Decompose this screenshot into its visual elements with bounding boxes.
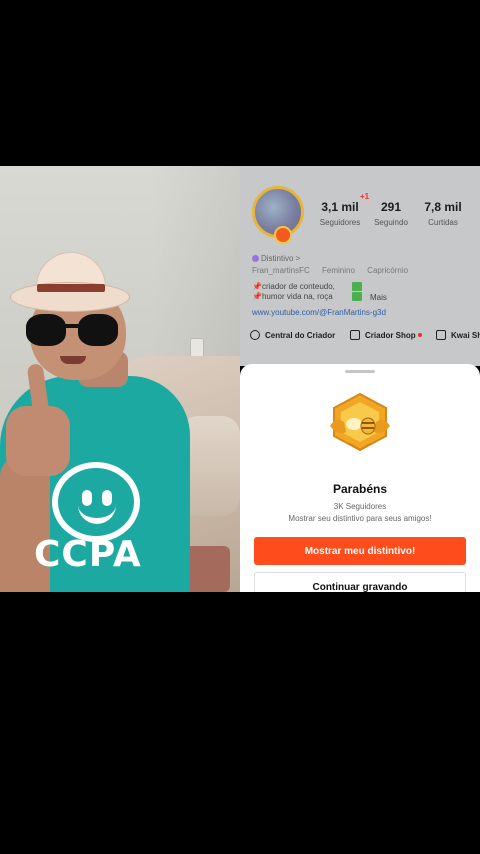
- profile-tags: Fran_martinsFC Feminino Capricórnio: [252, 266, 418, 275]
- bio: 📌criador de conteudo, 📌humor vida na, ro…: [252, 282, 335, 302]
- person: CCPA: [0, 166, 240, 592]
- stat-value: 3,1 mil: [321, 200, 359, 214]
- action-label: Kwai Sh: [451, 330, 480, 340]
- stat-following[interactable]: 291 Seguindo: [370, 200, 412, 227]
- sign-tag: Capricórnio: [367, 266, 409, 275]
- camera-view: CCPA: [0, 166, 240, 592]
- bag-icon: [436, 330, 446, 340]
- mouth: [60, 356, 86, 364]
- distintivo-label: Distintivo >: [261, 254, 301, 263]
- stat-likes[interactable]: 7,8 mil Curtidas: [420, 200, 466, 227]
- badge-bottom-sheet: Parabéns 3K Seguidores Mostrar seu disti…: [240, 364, 480, 592]
- shirt-text: CCPA: [34, 534, 142, 575]
- creator-center-icon: [250, 330, 260, 340]
- more-link[interactable]: Mais: [370, 293, 387, 302]
- kwai-shop-button[interactable]: Kwai Sh: [436, 330, 480, 340]
- action-label: Central do Criador: [265, 330, 336, 340]
- stat-value: 7,8 mil: [424, 200, 462, 214]
- stat-label: Seguidores: [319, 218, 361, 227]
- sunglasses: [26, 314, 122, 348]
- youtube-link[interactable]: www.youtube.com/@FranMartins-g3d: [252, 308, 386, 317]
- notification-dot: [417, 333, 422, 337]
- distintivo-link[interactable]: Distintivo >: [252, 254, 300, 263]
- action-label: Criador Shop: [365, 330, 416, 340]
- logo-smile: [78, 504, 116, 524]
- continue-recording-button[interactable]: Continuar gravando: [254, 572, 466, 592]
- check-emoji-icon: [352, 282, 362, 302]
- hat-band: [37, 284, 105, 292]
- avatar-badge-icon: [274, 226, 292, 244]
- sheet-description: Mostrar seu distintivo para seus amigos!: [288, 514, 432, 523]
- stat-label: Seguindo: [374, 218, 408, 227]
- badge-dot-icon: [252, 255, 259, 262]
- stat-followers[interactable]: 3,1 mil Seguidores: [318, 200, 362, 227]
- top-letterbox: [0, 0, 480, 166]
- stat-label: Curtidas: [428, 218, 458, 227]
- bio-line: 📌criador de conteudo,: [252, 282, 335, 291]
- bio-line: 📌humor vida na, roça: [252, 292, 333, 301]
- sheet-title: Parabéns: [332, 482, 388, 496]
- username: Fran_martinsFC: [252, 266, 310, 275]
- followers-milestone: 3K Seguidores: [333, 502, 387, 511]
- profile-actions: Central do Criador Criador Shop Kwai Sh: [250, 330, 480, 346]
- profile-header: +1 3,1 mil Seguidores 291 Seguindo 7,8 m…: [240, 166, 480, 366]
- creator-shop-button[interactable]: Criador Shop: [350, 330, 422, 340]
- bottom-letterbox: [0, 592, 480, 854]
- creator-center-button[interactable]: Central do Criador: [250, 330, 335, 340]
- show-badge-button[interactable]: Mostrar meu distintivo!: [254, 537, 466, 565]
- shirt-smiley-logo: [52, 462, 140, 542]
- stat-value: 291: [380, 200, 402, 214]
- shop-icon: [350, 330, 360, 340]
- right-lens: [78, 314, 118, 346]
- bee-medal-icon: [330, 392, 390, 452]
- sheet-drag-handle[interactable]: [345, 370, 375, 373]
- hand: [6, 406, 70, 476]
- gender-tag: Feminino: [322, 266, 355, 275]
- left-lens: [26, 314, 66, 346]
